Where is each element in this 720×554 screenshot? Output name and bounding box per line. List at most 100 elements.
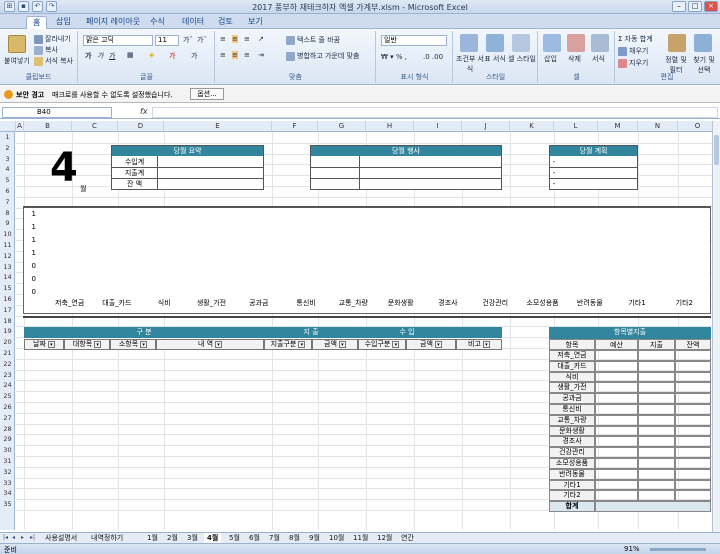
cell-style-icon[interactable]: [512, 34, 530, 52]
fill-button[interactable]: 채우기: [618, 46, 648, 56]
row-header-17[interactable]: 17: [0, 305, 15, 315]
align-center-icon[interactable]: ≡: [232, 51, 238, 59]
row-header-2[interactable]: 2: [0, 143, 15, 153]
fill-color-icon[interactable]: ◈: [149, 51, 154, 59]
column-header-d[interactable]: D: [118, 121, 164, 132]
column-header-b[interactable]: B: [24, 121, 72, 132]
prev-sheet-icon[interactable]: ◂: [12, 534, 18, 542]
row-header-11[interactable]: 11: [0, 240, 15, 250]
row-header-1[interactable]: 1: [0, 132, 15, 142]
row-header-21[interactable]: 21: [0, 348, 15, 358]
row-header-5[interactable]: 5: [0, 175, 15, 185]
font-name-select[interactable]: 맑은 고딕: [83, 35, 153, 46]
grow-font-icon[interactable]: 가ˆ: [183, 35, 193, 45]
vertical-scrollbar[interactable]: [712, 121, 720, 532]
clear-button[interactable]: 지우기: [618, 58, 648, 68]
formula-input[interactable]: [152, 107, 718, 118]
row-header-16[interactable]: 16: [0, 294, 15, 304]
tab-review[interactable]: 검토: [212, 16, 239, 29]
column-header-i[interactable]: I: [414, 121, 462, 132]
bold-icon[interactable]: 가: [85, 51, 91, 61]
autosum-button[interactable]: Σ 자동 합계: [618, 34, 653, 44]
tab-view[interactable]: 보기: [242, 16, 269, 29]
filter-dropdown-icon[interactable]: ▾: [338, 340, 346, 348]
wrap-text-button[interactable]: 텍스트 줄 바꿈: [286, 35, 340, 45]
row-header-34[interactable]: 34: [0, 488, 15, 498]
row-header-23[interactable]: 23: [0, 370, 15, 380]
row-header-19[interactable]: 19: [0, 326, 15, 336]
currency-icon[interactable]: ₩ ▾ % ,: [381, 53, 407, 61]
paste-button[interactable]: 붙여넣기: [4, 56, 30, 66]
close-icon[interactable]: ×: [704, 1, 718, 12]
format-cells-icon[interactable]: [591, 34, 609, 52]
underline-icon[interactable]: 가: [109, 51, 115, 61]
delete-cells-icon[interactable]: [567, 34, 585, 52]
row-header-6[interactable]: 6: [0, 186, 15, 196]
column-header-e[interactable]: E: [164, 121, 272, 132]
merge-center-button[interactable]: 병합하고 가운데 맞춤: [286, 51, 359, 61]
find-select-icon[interactable]: [694, 34, 712, 52]
tab-page-layout[interactable]: 페이지 레이아웃: [80, 16, 146, 29]
number-format-select[interactable]: 일반: [381, 35, 447, 46]
align-bottom-icon[interactable]: ≡: [244, 35, 250, 43]
row-header-10[interactable]: 10: [0, 229, 15, 239]
column-header-l[interactable]: L: [554, 121, 598, 132]
tab-formulas[interactable]: 수식: [144, 16, 171, 29]
row-header-13[interactable]: 13: [0, 262, 15, 272]
decimal-icon[interactable]: .0 .00: [423, 53, 443, 61]
insert-cells-icon[interactable]: [543, 34, 561, 52]
orientation-icon[interactable]: ↗: [258, 35, 264, 43]
column-header-k[interactable]: K: [510, 121, 554, 132]
paste-icon[interactable]: [8, 35, 26, 53]
align-top-icon[interactable]: ≡: [220, 35, 226, 43]
row-header-29[interactable]: 29: [0, 434, 15, 444]
row-header-15[interactable]: 15: [0, 283, 15, 293]
filter-dropdown-icon[interactable]: ▾: [392, 340, 400, 348]
security-options-button[interactable]: 옵션...: [190, 88, 224, 100]
row-header-24[interactable]: 24: [0, 380, 15, 390]
align-middle-icon[interactable]: ≡: [232, 35, 238, 43]
tab-data[interactable]: 데이터: [176, 16, 210, 29]
minimize-icon[interactable]: –: [672, 1, 686, 12]
align-right-icon[interactable]: ≡: [244, 51, 250, 59]
conditional-format-button[interactable]: 조건부 서식: [456, 54, 484, 74]
conditional-format-icon[interactable]: [460, 34, 478, 52]
row-header-35[interactable]: 35: [0, 499, 15, 509]
filter-dropdown-icon[interactable]: ▾: [140, 340, 148, 348]
align-left-icon[interactable]: ≡: [220, 51, 226, 59]
copy-button[interactable]: 복사: [34, 45, 58, 55]
row-header-31[interactable]: 31: [0, 456, 15, 466]
tab-home[interactable]: 홈: [26, 16, 48, 29]
row-header-9[interactable]: 9: [0, 218, 15, 228]
column-header-h[interactable]: H: [366, 121, 414, 132]
filter-dropdown-icon[interactable]: ▾: [482, 340, 490, 348]
column-header-m[interactable]: M: [598, 121, 638, 132]
row-header-3[interactable]: 3: [0, 154, 15, 164]
filter-dropdown-icon[interactable]: ▾: [47, 340, 55, 348]
zoom-level[interactable]: 91%: [624, 545, 640, 553]
row-header-12[interactable]: 12: [0, 251, 15, 261]
italic-icon[interactable]: 가: [97, 51, 103, 61]
row-header-27[interactable]: 27: [0, 413, 15, 423]
phonetic-icon[interactable]: 가: [191, 51, 197, 61]
table-format-button[interactable]: 표 서식: [484, 54, 506, 64]
sort-filter-icon[interactable]: [668, 34, 686, 52]
row-header-28[interactable]: 28: [0, 424, 15, 434]
maximize-icon[interactable]: □: [688, 1, 702, 12]
format-painter-button[interactable]: 서식 복사: [34, 56, 73, 66]
row-header-33[interactable]: 33: [0, 478, 15, 488]
filter-dropdown-icon[interactable]: ▾: [94, 340, 102, 348]
indent-icon[interactable]: ⇥: [258, 51, 264, 59]
row-header-8[interactable]: 8: [0, 208, 15, 218]
row-header-14[interactable]: 14: [0, 272, 15, 282]
column-header-a[interactable]: A: [16, 121, 24, 132]
row-header-26[interactable]: 26: [0, 402, 15, 412]
scroll-thumb[interactable]: [714, 135, 719, 165]
font-color-icon[interactable]: 가: [169, 51, 175, 61]
column-header-n[interactable]: N: [638, 121, 678, 132]
filter-dropdown-icon[interactable]: ▾: [298, 340, 306, 348]
name-box[interactable]: B40: [2, 107, 112, 118]
table-format-icon[interactable]: [486, 34, 504, 52]
border-icon[interactable]: ▦: [127, 51, 134, 59]
row-header-7[interactable]: 7: [0, 197, 15, 207]
